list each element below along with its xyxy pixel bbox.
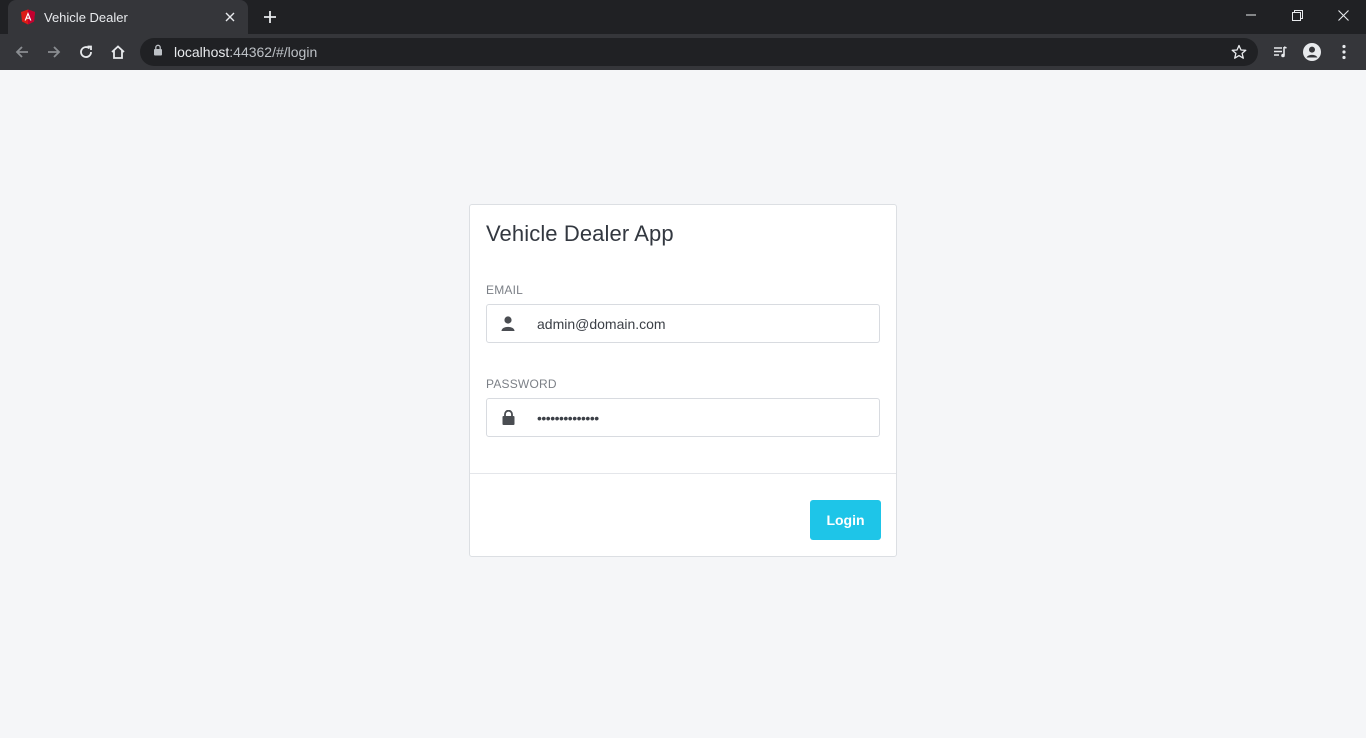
lock-icon[interactable] xyxy=(152,43,164,61)
url-host: localhost xyxy=(174,44,230,60)
forward-button[interactable] xyxy=(40,38,68,66)
email-input-value[interactable]: admin@domain.com xyxy=(537,316,879,332)
back-button[interactable] xyxy=(8,38,36,66)
user-icon xyxy=(487,305,529,342)
menu-kebab-icon[interactable] xyxy=(1330,38,1358,66)
browser-tab[interactable]: Vehicle Dealer xyxy=(8,0,248,34)
angular-icon xyxy=(20,9,36,25)
login-card: Vehicle Dealer App EMAIL admin@domain.co… xyxy=(469,204,897,557)
password-label: PASSWORD xyxy=(486,377,557,391)
bookmark-star-icon[interactable] xyxy=(1230,43,1248,61)
lock-icon xyxy=(487,399,529,436)
close-window-button[interactable] xyxy=(1320,0,1366,30)
tab-close-icon[interactable] xyxy=(222,9,238,25)
new-tab-button[interactable] xyxy=(258,5,282,29)
url-path: :44362/#/login xyxy=(229,44,318,60)
reload-button[interactable] xyxy=(72,38,100,66)
password-input-value[interactable]: •••••••••••••• xyxy=(537,410,879,426)
address-bar[interactable]: localhost:44362/#/login xyxy=(140,38,1258,66)
browser-toolbar: localhost:44362/#/login xyxy=(0,34,1366,70)
browser-titlebar: Vehicle Dealer xyxy=(0,0,1366,34)
email-label: EMAIL xyxy=(486,283,524,297)
minimize-button[interactable] xyxy=(1228,0,1274,30)
profile-avatar-icon[interactable] xyxy=(1298,38,1326,66)
card-divider xyxy=(470,473,896,474)
login-button[interactable]: Login xyxy=(810,500,881,540)
tab-title: Vehicle Dealer xyxy=(44,9,128,25)
url-text[interactable]: localhost:44362/#/login xyxy=(174,44,317,60)
email-field[interactable]: admin@domain.com xyxy=(486,304,880,343)
restore-button[interactable] xyxy=(1274,0,1320,30)
media-playlist-icon[interactable] xyxy=(1266,38,1294,66)
page-title: Vehicle Dealer App xyxy=(486,221,674,246)
password-field[interactable]: •••••••••••••• xyxy=(486,398,880,437)
home-button[interactable] xyxy=(104,38,132,66)
